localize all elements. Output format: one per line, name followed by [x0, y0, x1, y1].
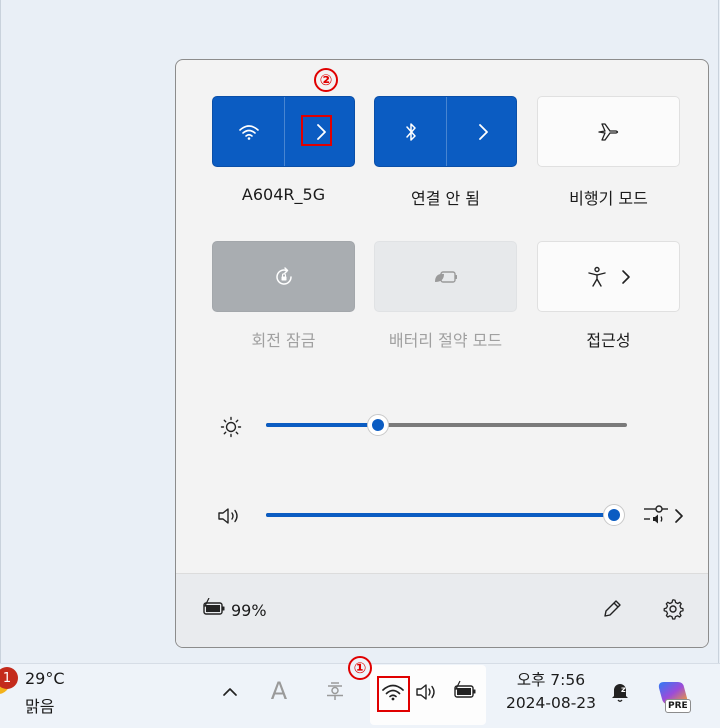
bluetooth-icon [405, 122, 416, 141]
wifi-icon [238, 124, 259, 140]
volume-slider[interactable] [266, 504, 625, 526]
brightness-thumb[interactable] [367, 414, 389, 436]
battery-saver-tile [374, 241, 517, 312]
brightness-slider[interactable] [266, 414, 627, 436]
chevron-right-icon [621, 269, 630, 284]
brightness-fill [266, 423, 378, 427]
settings-gear-icon[interactable] [662, 598, 684, 620]
accessibility-icon [587, 266, 606, 287]
battery-saver-icon [434, 270, 457, 283]
airplane-mode-tile[interactable] [537, 96, 680, 167]
annotation-marker-2: ② [314, 68, 338, 92]
edit-pencil-icon[interactable] [601, 598, 623, 620]
airplane-icon [597, 122, 618, 141]
copilot-preview-badge: PRE [665, 699, 691, 713]
desktop-edge [0, 0, 1, 664]
audio-output-select-icon[interactable] [642, 502, 686, 528]
clock-time: 오후 7:56 [516, 671, 586, 689]
battery-charging-icon [203, 598, 225, 615]
weather-temperature: 29°C [25, 669, 65, 688]
weather-widget[interactable]: 1 29°C 맑음 [0, 664, 90, 728]
rotation-lock-label: 회전 잠금 [251, 331, 316, 350]
hangul-ime-icon [327, 682, 343, 700]
battery-percent: 99% [231, 601, 267, 620]
accessibility-label: 접근성 [586, 331, 631, 350]
ime-hangul-indicator[interactable] [322, 678, 348, 704]
rotation-lock-icon [275, 266, 292, 285]
battery-saver-label: 배터리 절약 모드 [388, 331, 503, 350]
chevron-right-icon [478, 123, 488, 140]
wifi-label: A604R_5G [241, 185, 326, 204]
desktop-edge [718, 0, 719, 664]
notifications-button[interactable]: z [606, 678, 634, 706]
clock-date: 2024-08-23 [505, 694, 597, 712]
brightness-icon [220, 416, 242, 438]
bluetooth-toggle-button[interactable] [375, 97, 446, 166]
bluetooth-label: 연결 안 됨 [410, 189, 481, 208]
wifi-toggle-button[interactable] [213, 97, 284, 166]
annotation-marker-1: ① [348, 656, 372, 680]
taskbar: 1 29°C 맑음 A ① 오후 7:56 2024-08-23 z PRE [0, 656, 720, 728]
annotation-highlight-box [377, 676, 410, 712]
notification-bell-snooze-icon: z [612, 684, 628, 702]
battery-charging-icon [454, 680, 476, 698]
annotation-highlight-box [301, 115, 332, 146]
quick-settings-footer: 99% [176, 573, 708, 647]
bluetooth-tile [374, 96, 517, 167]
rotation-lock-tile [212, 241, 355, 312]
speaker-icon [416, 684, 435, 700]
quick-settings-panel: A604R_5G 연결 안 됨 비행기 모드 회전 잠금 배터리 절약 모드 접… [175, 59, 709, 648]
weather-badge: 1 [0, 667, 18, 689]
ime-indicator[interactable]: A [264, 676, 294, 706]
svg-text:z: z [621, 685, 626, 694]
volume-fill [266, 513, 614, 517]
volume-thumb[interactable] [603, 504, 625, 526]
volume-icon[interactable] [216, 505, 244, 527]
weather-condition: 맑음 [25, 697, 55, 716]
chevron-up-icon [223, 688, 237, 696]
show-hidden-icons-button[interactable] [218, 680, 242, 704]
bluetooth-expand-button[interactable] [447, 97, 518, 166]
clock[interactable]: 오후 7:56 2024-08-23 [496, 669, 606, 715]
wifi-tile [212, 96, 355, 167]
accessibility-tile[interactable] [537, 241, 680, 312]
copilot-button[interactable]: PRE [653, 674, 693, 716]
airplane-mode-label: 비행기 모드 [569, 189, 648, 208]
